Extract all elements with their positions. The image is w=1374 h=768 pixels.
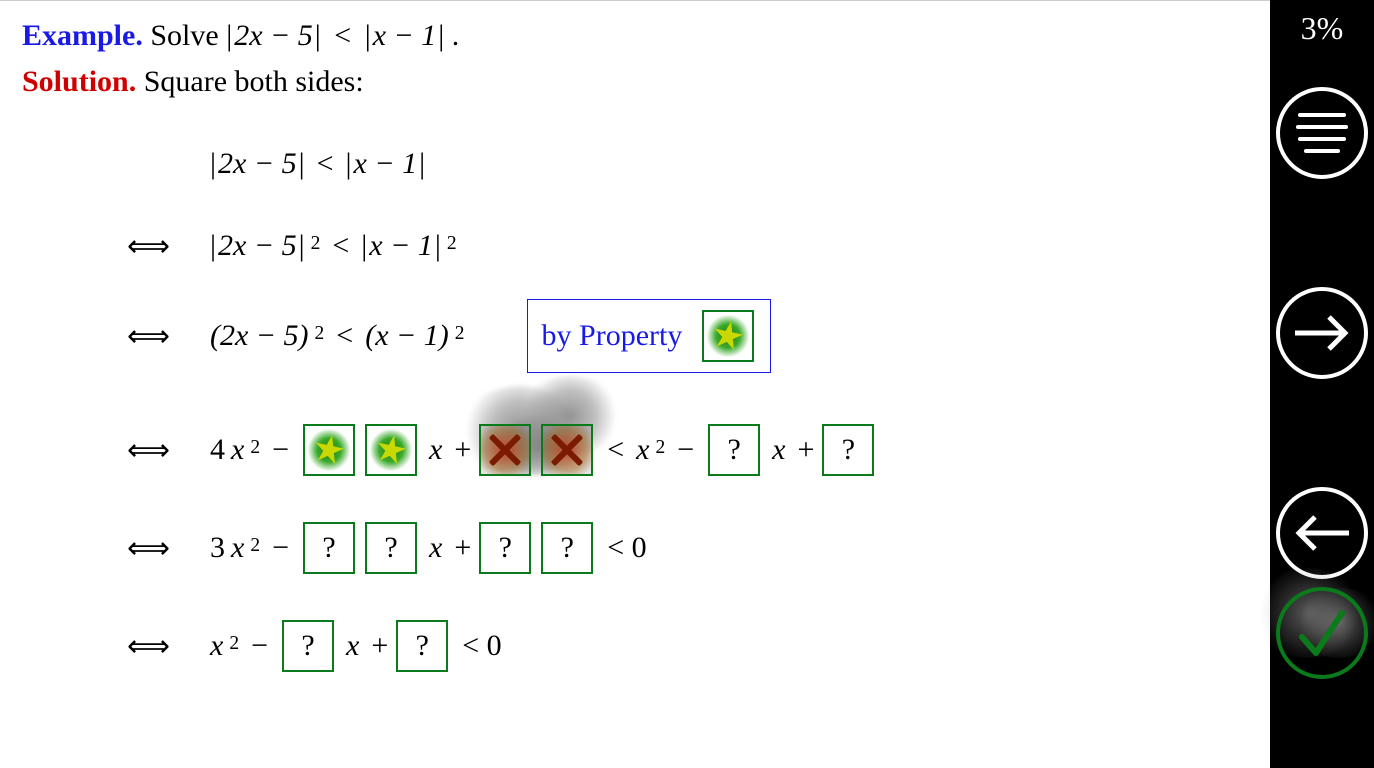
solution-text: Square both sides:	[144, 65, 364, 98]
property-box[interactable]: by Property	[527, 299, 772, 373]
answer-box-blank[interactable]: ?	[303, 522, 355, 574]
confirm-button[interactable]	[1276, 587, 1368, 679]
page-root: Example. Solve 2x − 5 < x − 1 . Solution…	[0, 0, 1374, 768]
example-text-prefix: Solve	[150, 19, 226, 52]
content-area: Example. Solve 2x − 5 < x − 1 . Solution…	[0, 0, 1270, 768]
answer-box-correct[interactable]	[365, 424, 417, 476]
example-suffix: .	[452, 19, 460, 52]
math-line-3: ⟺ (2x − 5)2 < (x − 1)2 by Property	[112, 299, 1240, 373]
math-line-5: ⟺ 3x2 − ? ? x + ? ? < 0	[112, 519, 1240, 577]
math-line-4: ⟺ 4x2 − x + < x2 − ? x + ?	[112, 421, 1240, 479]
answer-box-correct[interactable]	[303, 424, 355, 476]
menu-button[interactable]	[1276, 87, 1368, 179]
math-line-2: ⟺ 2x − 52 < x − 12	[112, 217, 1240, 275]
property-label: by Property	[542, 319, 683, 353]
solution-label: Solution.	[22, 65, 136, 98]
property-star-icon[interactable]	[702, 310, 754, 362]
menu-icon	[1296, 113, 1348, 153]
answer-box-blank[interactable]: ?	[282, 620, 334, 672]
solution-line: Solution. Square both sides:	[22, 65, 1240, 99]
arrow-right-icon	[1293, 313, 1351, 353]
answer-box-blank[interactable]: ?	[708, 424, 760, 476]
math-line-1: ⟺ 2x − 5 < x − 1	[112, 135, 1240, 193]
math-line-6: ⟺ x2 − ? x + ? < 0	[112, 617, 1240, 675]
iff-symbol: ⟺	[112, 531, 184, 566]
iff-symbol: ⟺	[112, 229, 184, 264]
iff-symbol: ⟺	[112, 319, 184, 354]
example-line: Example. Solve 2x − 5 < x − 1 .	[22, 19, 1240, 53]
answer-box-blank[interactable]: ?	[822, 424, 874, 476]
iff-symbol: ⟺	[112, 629, 184, 664]
back-button[interactable]	[1276, 487, 1368, 579]
check-icon	[1292, 603, 1352, 663]
sidebar: 3%	[1270, 0, 1374, 768]
answer-box-blank[interactable]: ?	[541, 522, 593, 574]
answer-box-blank[interactable]: ?	[396, 620, 448, 672]
arrow-left-icon	[1293, 513, 1351, 553]
score-display: 3%	[1301, 10, 1344, 47]
example-rhs: x − 1	[365, 19, 445, 52]
answer-box-blank[interactable]: ?	[479, 522, 531, 574]
iff-symbol: ⟺	[112, 433, 184, 468]
example-lhs: 2x − 5	[226, 19, 321, 52]
next-button[interactable]	[1276, 287, 1368, 379]
lt-symbol: <	[334, 19, 351, 52]
answer-box-blank[interactable]: ?	[365, 522, 417, 574]
example-label: Example.	[22, 19, 143, 52]
answer-box-wrong[interactable]	[541, 424, 593, 476]
answer-box-wrong[interactable]	[479, 424, 531, 476]
